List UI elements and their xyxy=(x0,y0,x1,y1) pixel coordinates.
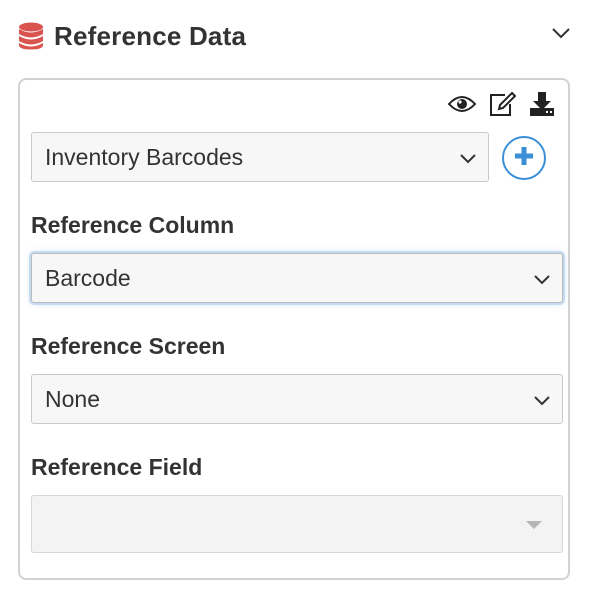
chevron-down-icon xyxy=(532,390,552,410)
plus-icon xyxy=(513,145,535,172)
reference-data-panel: Inventory Barcodes Reference Column Barc… xyxy=(18,78,570,580)
section-title: Reference Data xyxy=(54,20,247,51)
reference-field-select xyxy=(31,495,563,553)
chevron-down-icon[interactable] xyxy=(550,22,572,44)
reference-column-value: Barcode xyxy=(45,264,131,291)
reference-screen-select[interactable]: None xyxy=(31,374,563,424)
reference-column-select[interactable]: Barcode xyxy=(31,253,563,303)
chevron-down-icon xyxy=(532,269,552,289)
download-icon[interactable] xyxy=(528,90,556,118)
reference-field-label: Reference Field xyxy=(31,454,203,480)
add-reference-button[interactable] xyxy=(502,136,546,180)
reference-column-label: Reference Column xyxy=(31,212,235,238)
panel-toolbar xyxy=(448,90,556,118)
table-select[interactable]: Inventory Barcodes xyxy=(31,132,489,182)
reference-screen-label: Reference Screen xyxy=(31,333,226,359)
eye-icon[interactable] xyxy=(448,90,476,118)
table-select-value: Inventory Barcodes xyxy=(45,143,244,170)
section-header: Reference Data xyxy=(18,18,578,54)
database-icon xyxy=(18,22,44,50)
edit-icon[interactable] xyxy=(488,90,516,118)
caret-down-icon xyxy=(526,521,542,529)
chevron-down-icon xyxy=(458,148,478,168)
reference-screen-value: None xyxy=(45,385,100,412)
